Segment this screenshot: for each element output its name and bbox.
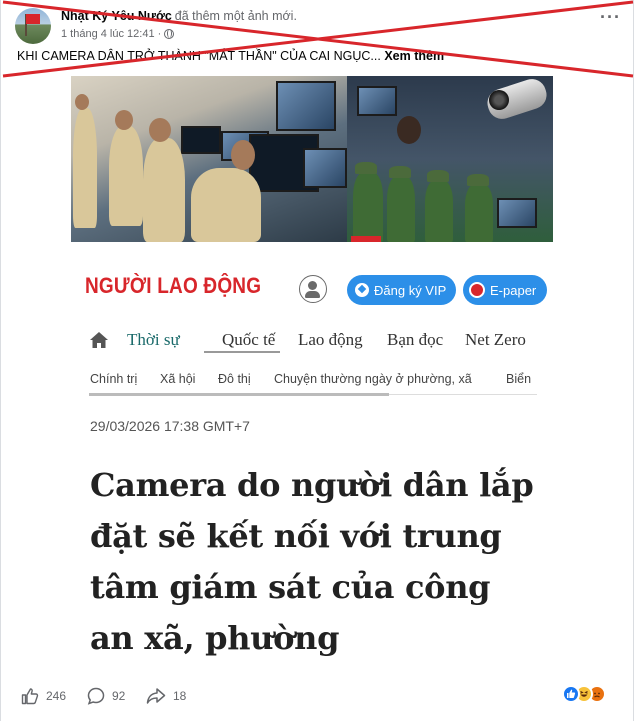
subnav-item: Đô thị xyxy=(218,372,251,386)
subnav-item: Biển xyxy=(506,372,532,386)
post-image[interactable]: NGƯỜI LAO ĐỘNG Đăng ký VIP E-paper Thời … xyxy=(71,76,553,668)
see-more-link[interactable]: Xem thêm xyxy=(384,49,444,63)
nav-item-quoc-te: Quốc tế xyxy=(222,330,276,349)
comment-button[interactable]: 92 xyxy=(87,687,125,705)
post-footer: 246 92 18 xyxy=(1,678,634,712)
newspaper-header: NGƯỜI LAO ĐỘNG Đăng ký VIP E-paper xyxy=(71,242,553,312)
share-count: 18 xyxy=(173,689,187,703)
globe-icon[interactable] xyxy=(164,29,175,39)
article-nav: Thời sự Quốc tế Lao động Bạn đọc Net Zer… xyxy=(71,324,553,358)
like-reaction-icon xyxy=(562,685,580,703)
nav-item-ban-doc: Bạn đọc xyxy=(387,330,444,349)
newspaper-icon xyxy=(469,282,485,298)
vip-subscribe-button: Đăng ký VIP xyxy=(347,275,456,305)
nav-item-thoi-su: Thời sự xyxy=(127,330,180,349)
more-icon[interactable]: ··· xyxy=(600,8,621,26)
subnav-item: Chuyện thường ngày ở phường, xã xyxy=(274,372,472,386)
comment-icon xyxy=(87,687,105,705)
home-icon xyxy=(90,332,108,348)
caption-text: KHI CAMERA DÂN TRỞ THÀNH "MẮT THẦN" CỦA … xyxy=(17,49,381,63)
nav-item-lao-dong: Lao động xyxy=(298,330,363,349)
post-action: đã thêm một ảnh mới. xyxy=(174,9,297,23)
avatar[interactable] xyxy=(15,8,51,44)
facebook-post: Nhật Ký Yêu Nước đã thêm một ảnh mới. 1 t… xyxy=(0,0,634,721)
news-photo xyxy=(71,76,553,242)
author-line: Nhật Ký Yêu Nước đã thêm một ảnh mới. xyxy=(61,9,297,23)
author-name[interactable]: Nhật Ký Yêu Nước xyxy=(61,9,172,23)
subnav-item: Chính trị xyxy=(90,372,138,386)
share-icon xyxy=(146,688,166,704)
like-button[interactable]: 246 xyxy=(21,687,66,705)
timestamp[interactable]: 1 tháng 4 lúc 12:41 xyxy=(61,28,155,40)
comment-count: 92 xyxy=(112,689,126,703)
nav-item-net-zero: Net Zero xyxy=(465,330,526,349)
article-subnav: Chính trị Xã hội Đô thị Chuyện thường ng… xyxy=(71,366,553,400)
diamond-icon xyxy=(355,283,369,297)
post-caption: KHI CAMERA DÂN TRỞ THÀNH "MẮT THẦN" CỦA … xyxy=(17,49,444,63)
share-button[interactable]: 18 xyxy=(146,687,186,705)
subnav-scroll-thumb xyxy=(89,393,389,396)
post-meta: 1 tháng 4 lúc 12:41 · xyxy=(61,28,175,40)
article-headline: Camera do người dân lắp đặt sẽ kết nối v… xyxy=(90,466,534,657)
newspaper-logo: NGƯỜI LAO ĐỘNG xyxy=(85,274,262,299)
thumbs-up-icon xyxy=(21,688,39,705)
article-date: 29/03/2026 17:38 GMT+7 xyxy=(90,418,250,434)
reaction-summary[interactable] xyxy=(562,685,608,703)
post-header: Nhật Ký Yêu Nước đã thêm một ảnh mới. 1 t… xyxy=(15,4,625,44)
like-count: 246 xyxy=(46,689,67,703)
user-icon xyxy=(299,275,327,303)
epaper-button: E-paper xyxy=(463,275,547,305)
subnav-item: Xã hội xyxy=(160,372,196,386)
